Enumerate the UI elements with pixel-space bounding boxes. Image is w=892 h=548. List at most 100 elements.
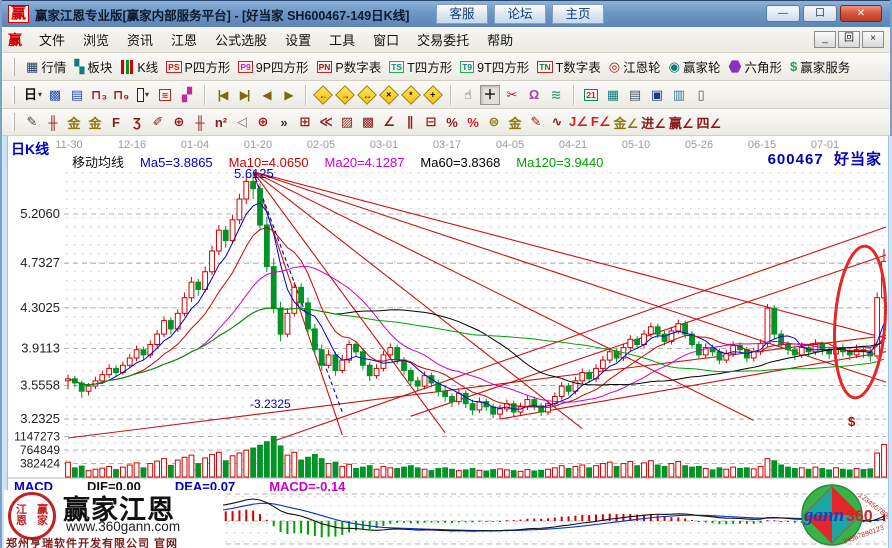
sectors-button[interactable]: ▚板块 [71, 55, 115, 78]
gann-grid-tool-button[interactable]: ▩ [358, 112, 378, 132]
maximize-button[interactable]: 口 [803, 5, 837, 22]
kline-button[interactable]: K线 [117, 55, 161, 78]
period-tab-label[interactable]: 日K线 [11, 139, 49, 159]
homepage-button[interactable]: 主页 [552, 4, 604, 24]
minimize-button[interactable]: — [766, 5, 800, 22]
winner-wheel-button[interactable]: ◉赢家轮 [666, 55, 724, 78]
gold-grid-tool-button[interactable]: 金 [64, 112, 84, 132]
menu-window[interactable]: 窗口 [364, 27, 408, 52]
menu-help[interactable]: 帮助 [478, 27, 522, 52]
chip-distribution-button[interactable]: ▩ [45, 85, 65, 105]
percent-box-tool-button[interactable]: ⊟ [421, 112, 441, 132]
chip-distribution-button-icon: ▩ [49, 88, 61, 102]
info-panel-button[interactable]: ▤ [67, 85, 87, 105]
gann-arrow-both-button[interactable]: ↔ [357, 85, 377, 105]
prev-bar-button[interactable]: ◀ [256, 85, 276, 105]
matrix-button[interactable]: ▦ [603, 85, 623, 105]
winner-line-tool-button[interactable]: 赢∠ [668, 112, 695, 132]
gold-grid2-tool-button[interactable]: 金 [85, 112, 105, 132]
gann-box-tool-button[interactable]: ▨ [337, 112, 357, 132]
fan-lines-tool-button[interactable]: ≪ [316, 112, 336, 132]
t-number-table-button[interactable]: TNT数字表 [534, 55, 603, 78]
marker-tool-button[interactable]: ✐ [148, 112, 168, 132]
notebook-button[interactable]: ▤ [625, 85, 645, 105]
first-bar-button[interactable]: |◀ [212, 85, 232, 105]
wave-tool-button[interactable]: ≋ [546, 85, 566, 105]
volume-profile-button[interactable]: ▞ [177, 85, 197, 105]
gann-shape-tool-button[interactable]: Ω [524, 85, 544, 105]
close-button[interactable]: ✕ [840, 5, 882, 22]
p-number-table-button[interactable]: PNP数字表 [314, 55, 385, 78]
gann-arrow-right-button[interactable]: → [335, 85, 355, 105]
crosshair-button[interactable]: ＋ [480, 85, 500, 105]
menu-browse[interactable]: 浏览 [74, 27, 118, 52]
wave-line-tool-button[interactable]: ∿ [547, 112, 567, 132]
winner-line-tool-button-icon: 赢∠ [669, 113, 694, 132]
mdi-close-button[interactable]: × [862, 31, 884, 48]
menu-gann[interactable]: 江恩 [162, 27, 206, 52]
menu-file[interactable]: 文件 [30, 27, 74, 52]
menu-settings[interactable]: 设置 [276, 27, 320, 52]
menu-news[interactable]: 资讯 [118, 27, 162, 52]
more-tools-button[interactable]: » [274, 112, 294, 132]
t-square-button[interactable]: TST四方形 [386, 55, 455, 78]
gann-plus-button[interactable]: + [423, 85, 443, 105]
three-line-chart-button[interactable]: ⊓₃ [89, 85, 109, 105]
fibonacci-tool-button[interactable]: F [106, 112, 126, 132]
gann-wheel-button[interactable]: ◎江恩轮 [606, 55, 664, 78]
candle-style-button[interactable]: ▾ [133, 85, 153, 105]
mdi-minimize-button[interactable]: _ [814, 31, 836, 48]
gann-arrow-left-button[interactable]: ← [313, 85, 333, 105]
last-bar-button[interactable]: ▶| [234, 85, 254, 105]
mdi-restore-button[interactable]: 回 [838, 31, 860, 48]
four-line-tool-button[interactable]: 四∠ [695, 112, 722, 132]
target-tool-button[interactable]: ⊕ [253, 112, 273, 132]
toolbar-grip [12, 113, 15, 131]
gann-cross-button[interactable]: × [379, 85, 399, 105]
gold-circle-tool-button[interactable]: ⊜ [484, 112, 504, 132]
menu-formula-stockpick[interactable]: 公式选股 [206, 27, 276, 52]
grid-tool-button[interactable]: ╫ [43, 112, 63, 132]
export-button[interactable]: ▥ [669, 85, 689, 105]
mirror-tool-button[interactable]: ◁ [232, 112, 252, 132]
nine-line-chart-button[interactable]: ⊓₉ [111, 85, 131, 105]
f-line-tool-button[interactable]: F∠ [590, 112, 612, 132]
advance-line-tool-button[interactable]: 进∠ [640, 112, 667, 132]
customer-service-button[interactable]: 客服 [436, 4, 488, 24]
box-grid-tool-button[interactable]: ⊞ [295, 112, 315, 132]
winner-service-button[interactable]: $赢家服务 [787, 55, 853, 78]
nine-p-square-button[interactable]: P99P四方形 [235, 55, 311, 78]
j-line-tool-button[interactable]: J∠ [568, 112, 589, 132]
chart-area[interactable]: 5.20604.73274.30253.91133.55583.23251147… [2, 136, 892, 548]
gann-star-button[interactable]: * [401, 85, 421, 105]
angle-line-tool-button[interactable]: ∠ [379, 112, 399, 132]
save-button[interactable]: ▣ [647, 85, 667, 105]
forum-button[interactable]: 论坛 [494, 4, 546, 24]
calendar-button[interactable]: 21 [581, 85, 601, 105]
save-button-icon: ▣ [651, 88, 663, 102]
spiral-tool-button[interactable]: Ʒ [127, 112, 147, 132]
brush-tool-button[interactable]: ✎ [526, 112, 546, 132]
percent-tool-button[interactable]: % [442, 112, 462, 132]
n-square-tool-button[interactable]: n² [211, 112, 231, 132]
system-button[interactable]: ▯ [691, 85, 711, 105]
svg-text:03-17: 03-17 [433, 139, 461, 151]
gold-line-tool-button[interactable]: 金∠ [613, 112, 640, 132]
gold-section-tool-button[interactable]: 金 [505, 112, 525, 132]
percent-line-tool-button[interactable]: % [463, 112, 483, 132]
time-grid-tool-button[interactable]: ╫ [190, 112, 210, 132]
next-bar-button[interactable]: ▶ [278, 85, 298, 105]
menu-tools[interactable]: 工具 [320, 27, 364, 52]
quotes-button[interactable]: ▦行情 [23, 55, 69, 78]
period-day-button[interactable]: 日▾ [23, 85, 43, 105]
gann-circle-tool-button[interactable]: ⊕ [169, 112, 189, 132]
nine-t-square-button[interactable]: T99T四方形 [457, 55, 532, 78]
hand-tool-button[interactable]: ☝ [458, 85, 478, 105]
measure-tool-button[interactable]: ✂ [502, 85, 522, 105]
pen-tool-button[interactable]: ✎ [22, 112, 42, 132]
hexagon-button[interactable]: 六角形 [725, 55, 785, 78]
menu-trade[interactable]: 交易委托 [408, 27, 478, 52]
chip-peak-button[interactable]: ≋ [155, 85, 175, 105]
p-square-button[interactable]: PSP四方形 [163, 55, 233, 78]
parallel-line-tool-button[interactable]: ∥ [400, 112, 420, 132]
